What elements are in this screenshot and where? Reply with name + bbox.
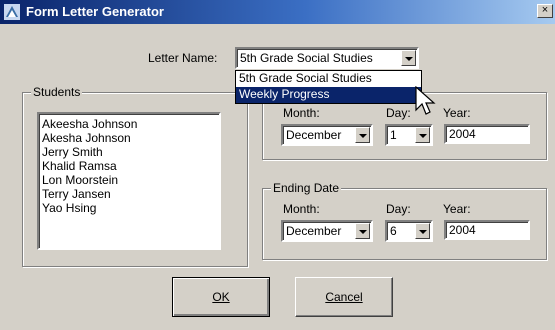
close-icon: × — [541, 4, 549, 16]
chevron-down-icon — [359, 134, 367, 138]
start-month-label: Month: — [283, 106, 320, 120]
end-day-value: 6 — [390, 224, 397, 238]
cancel-button-label: Cancel — [325, 290, 363, 304]
app-icon — [4, 4, 20, 20]
letter-name-dropdown-button[interactable] — [401, 50, 416, 66]
letter-name-value: 5th Grade Social Studies — [240, 51, 373, 65]
chevron-down-icon — [419, 230, 427, 234]
student-list-item[interactable]: Yao Hsing — [42, 201, 96, 215]
letter-name-combo[interactable]: 5th Grade Social Studies — [235, 47, 419, 69]
end-day-label: Day: — [386, 202, 411, 216]
start-month-combo[interactable]: December — [281, 124, 373, 146]
ok-button[interactable]: OK — [172, 277, 270, 317]
ok-button-label: OK — [212, 290, 230, 304]
student-list-item[interactable]: Terry Jansen — [42, 187, 111, 201]
end-month-combo[interactable]: December — [281, 220, 373, 242]
start-year-value: 2004 — [449, 127, 476, 141]
end-year-label: Year: — [443, 202, 471, 216]
form-letter-dialog: Form Letter Generator × Letter Name: 5th… — [0, 0, 555, 330]
end-month-label: Month: — [283, 202, 320, 216]
end-day-dropdown-button[interactable] — [415, 223, 430, 239]
letter-name-label: Letter Name: — [148, 51, 218, 65]
ending-date-group-title: Ending Date — [271, 181, 342, 195]
chevron-down-icon — [359, 230, 367, 234]
cancel-button[interactable]: Cancel — [295, 277, 393, 317]
start-day-dropdown-button[interactable] — [415, 127, 430, 143]
end-year-value: 2004 — [449, 223, 476, 237]
close-button[interactable]: × — [537, 4, 553, 18]
student-list-item[interactable]: Akesha Johnson — [42, 131, 131, 145]
letter-option[interactable]: 5th Grade Social Studies — [236, 71, 421, 87]
end-day-combo[interactable]: 6 — [385, 220, 433, 242]
start-day-combo[interactable]: 1 — [385, 124, 433, 146]
mouse-cursor-icon — [415, 86, 436, 115]
window-title: Form Letter Generator — [26, 4, 164, 19]
letter-name-dropdown-list[interactable]: 5th Grade Social Studies Weekly Progress — [235, 70, 422, 104]
students-group-title: Students — [31, 85, 83, 99]
start-day-label: Day: — [386, 106, 411, 120]
chevron-down-icon — [419, 134, 427, 138]
start-year-label: Year: — [443, 106, 471, 120]
start-month-dropdown-button[interactable] — [355, 127, 370, 143]
chevron-down-icon — [405, 57, 413, 61]
student-list-item[interactable]: Khalid Ramsa — [42, 159, 117, 173]
end-month-value: December — [286, 224, 342, 238]
end-year-input[interactable]: 2004 — [444, 220, 530, 240]
start-month-value: December — [286, 128, 342, 142]
students-list[interactable]: Akeesha Johnson Akesha Johnson Jerry Smi… — [37, 112, 221, 250]
start-year-input[interactable]: 2004 — [444, 124, 530, 144]
start-day-value: 1 — [390, 128, 397, 142]
title-bar[interactable]: Form Letter Generator × — [0, 0, 555, 24]
student-list-item[interactable]: Lon Moorstein — [42, 173, 118, 187]
student-list-item[interactable]: Akeesha Johnson — [42, 117, 137, 131]
student-list-item[interactable]: Jerry Smith — [42, 145, 103, 159]
letter-option-highlighted[interactable]: Weekly Progress — [236, 87, 421, 103]
end-month-dropdown-button[interactable] — [355, 223, 370, 239]
